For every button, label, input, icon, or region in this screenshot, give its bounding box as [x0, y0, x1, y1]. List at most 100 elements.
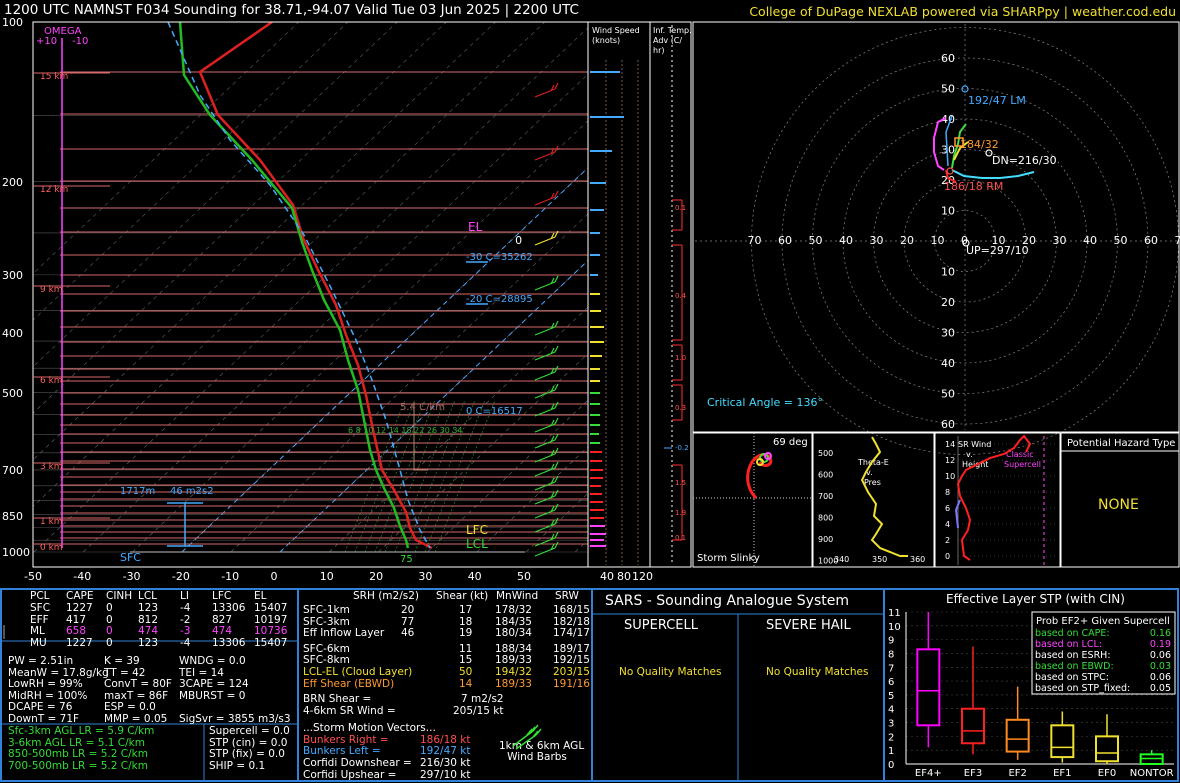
kin-header: SRH (m2/s2) Shear (kt) MnWind SRW [303, 590, 590, 603]
adv-label-0: 0.1 [675, 204, 686, 212]
stp-box [961, 707, 985, 745]
stp-category: EF3 [964, 768, 982, 779]
kin-h-mnwind: MnWind [496, 590, 539, 602]
kin-cell: 17 [459, 604, 473, 616]
barbs-icon [512, 724, 542, 750]
parcel-cell: 15407 [254, 636, 288, 649]
stp-legend-value: 0.06 [1150, 650, 1171, 661]
hodo-axis-right-3: 30 [1053, 234, 1067, 247]
stp-legend-value: 0.19 [1150, 639, 1171, 650]
hodo-axis-left-0: 0 [515, 234, 522, 247]
stp-category: NONTOR [1130, 768, 1174, 779]
kin-h-shear: Shear (kt) [436, 590, 489, 602]
temp-label-7: 20 [369, 570, 383, 583]
parcel-cell: -4 [180, 602, 191, 614]
sr-label-2: v. [966, 450, 973, 459]
kin-cell: 203/15 [553, 665, 590, 678]
sr-label-1: SR Wind [958, 440, 991, 449]
sr-h-4: 4 [945, 520, 950, 529]
stp-legend-label: based on CAPE: [1035, 628, 1110, 639]
omega-tick-neg: -10 [72, 36, 88, 47]
adv-label-6: 1.9 [675, 509, 686, 517]
pressure-label-200: 200 [2, 176, 23, 189]
lapse-rate-row: 700-500mb LR = 5.2 C/km [8, 759, 148, 772]
hodo-axis-right-7: 70 [1175, 234, 1180, 247]
hodo-ring-down-40: 40 [941, 357, 955, 370]
hodo-axis-left-6: 20 [900, 234, 914, 247]
parcel-cell: 13306 [212, 602, 246, 614]
wind-speed-title-1: Wind Speed [592, 26, 640, 35]
kin-cell: 50 [459, 665, 473, 678]
adv-label-2: 1.0 [675, 354, 686, 362]
temp-label-9: 40 [468, 570, 482, 583]
theta-label-3: Pres [864, 478, 881, 487]
kin-cell: LCL-EL (Cloud Layer) [303, 665, 413, 678]
srw46-label: 4-6km SR Wind = [303, 705, 396, 718]
lcl-label: LCL [466, 537, 488, 551]
parcel-h-4: LI [180, 590, 189, 602]
sars-supercell-msg: No Quality Matches [619, 666, 722, 678]
sars-hail-msg: No Quality Matches [766, 666, 869, 678]
parcel-cell: 1227 [66, 636, 93, 649]
hodograph-panel: 6050403020101020304050600 70 60 50 40 30 20 10 0… [515, 21, 1180, 455]
hazard-title: Potential Hazard Type [1067, 438, 1175, 449]
slinky-label: Storm Slinky [697, 553, 760, 564]
sfc-label: SFC [120, 551, 141, 564]
kin-cell: 14 [459, 677, 473, 690]
hodo-ring-down-60: 60 [941, 418, 955, 431]
stp-ytick-7: 7 [888, 663, 894, 674]
theta-e-panel: 5006007008009001000340 350 360 Theta-E v. … [812, 432, 935, 568]
stp-legend-label: based on EBWD: [1035, 661, 1114, 672]
stp-ytick-11: 11 [888, 608, 901, 619]
hodo-axis-right-6: 60 [1144, 234, 1158, 247]
storm-slinky-panel: 69 deg Storm Slinky [692, 432, 813, 568]
vector-label: Corfidi Upshear = [303, 768, 397, 781]
index-row: PW = 2.51in K = 39 WNDG = 0.0 [8, 655, 298, 668]
parcel-h-6: EL [254, 590, 267, 602]
parcel-cell: -4 [180, 636, 191, 649]
parcel-cell: 123 [138, 602, 159, 614]
height-label-3: 6 km [40, 376, 63, 386]
iso-20-label: -20 C=28895 [466, 294, 533, 305]
hazard-value: NONE [1098, 497, 1139, 513]
kin-cell: 178/32 [495, 604, 532, 616]
temp-label-2: -30 [123, 570, 141, 583]
hodo-axis-left-2: 60 [778, 234, 792, 247]
pressure-label-500: 500 [2, 387, 23, 400]
height-label-2: 9 km [40, 285, 63, 295]
critical-angle-label: Critical Angle = 136° [707, 396, 823, 409]
index-cell: K = 39 [104, 655, 140, 667]
stp-category: EF1 [1053, 768, 1071, 779]
el-label: EL [468, 220, 483, 234]
kin-h-srh: SRH (m2/s2) [353, 590, 419, 602]
barbs-label-2: Wind Barbs [507, 751, 567, 763]
temp-label-4: -10 [221, 570, 239, 583]
kin-cell: 180/34 [495, 627, 532, 640]
stp-ytick-5: 5 [888, 691, 894, 702]
kinematics-table: SRH (m2/s2) Shear (kt) MnWind SRW SFC-1k… [303, 590, 590, 781]
kin-cell: 174/17 [553, 627, 590, 640]
stp-legend-label: based on LCL: [1035, 639, 1102, 650]
hodo-rm-label: 186/18 RM [944, 180, 1003, 193]
kin-cell: 189/33 [495, 677, 532, 690]
stp-legend-value: 0.06 [1150, 672, 1171, 683]
height-label-1: 12 km [40, 185, 68, 195]
hodo-axis-right-5: 50 [1114, 234, 1128, 247]
hodo-ring-up-60: 60 [941, 52, 955, 65]
hodo-mean-label: 184/32 [960, 138, 999, 151]
kin-cell: 20 [401, 604, 415, 616]
temp-adv-title-2: Adv (C/ [653, 36, 682, 45]
parcel-cell: 123 [138, 636, 159, 649]
hodo-ring-up-50: 50 [941, 83, 955, 96]
iso-30-label: -30 C=35262 [466, 252, 533, 263]
composite-indices: Supercell = 0.0 STP (cin) = 0.0 STP (fix) … [209, 725, 290, 772]
hodo-ring-up-10: 10 [941, 205, 955, 218]
theta-t-350: 350 [872, 555, 887, 564]
mix-ratio-labels: 6 8 10 12 14 18 22 26 30 34 [348, 426, 463, 435]
stp-ytick-8: 8 [888, 649, 894, 660]
wind-tick-80: 80 [617, 570, 631, 583]
index-cell: SigSvr = 3855 m3/s3 [179, 712, 291, 725]
srw46-row: 4-6km SR Wind = 205/15 kt [303, 706, 590, 718]
omega-tick-pos: +10 [36, 36, 57, 47]
sr-h-14: 14 [945, 440, 955, 449]
